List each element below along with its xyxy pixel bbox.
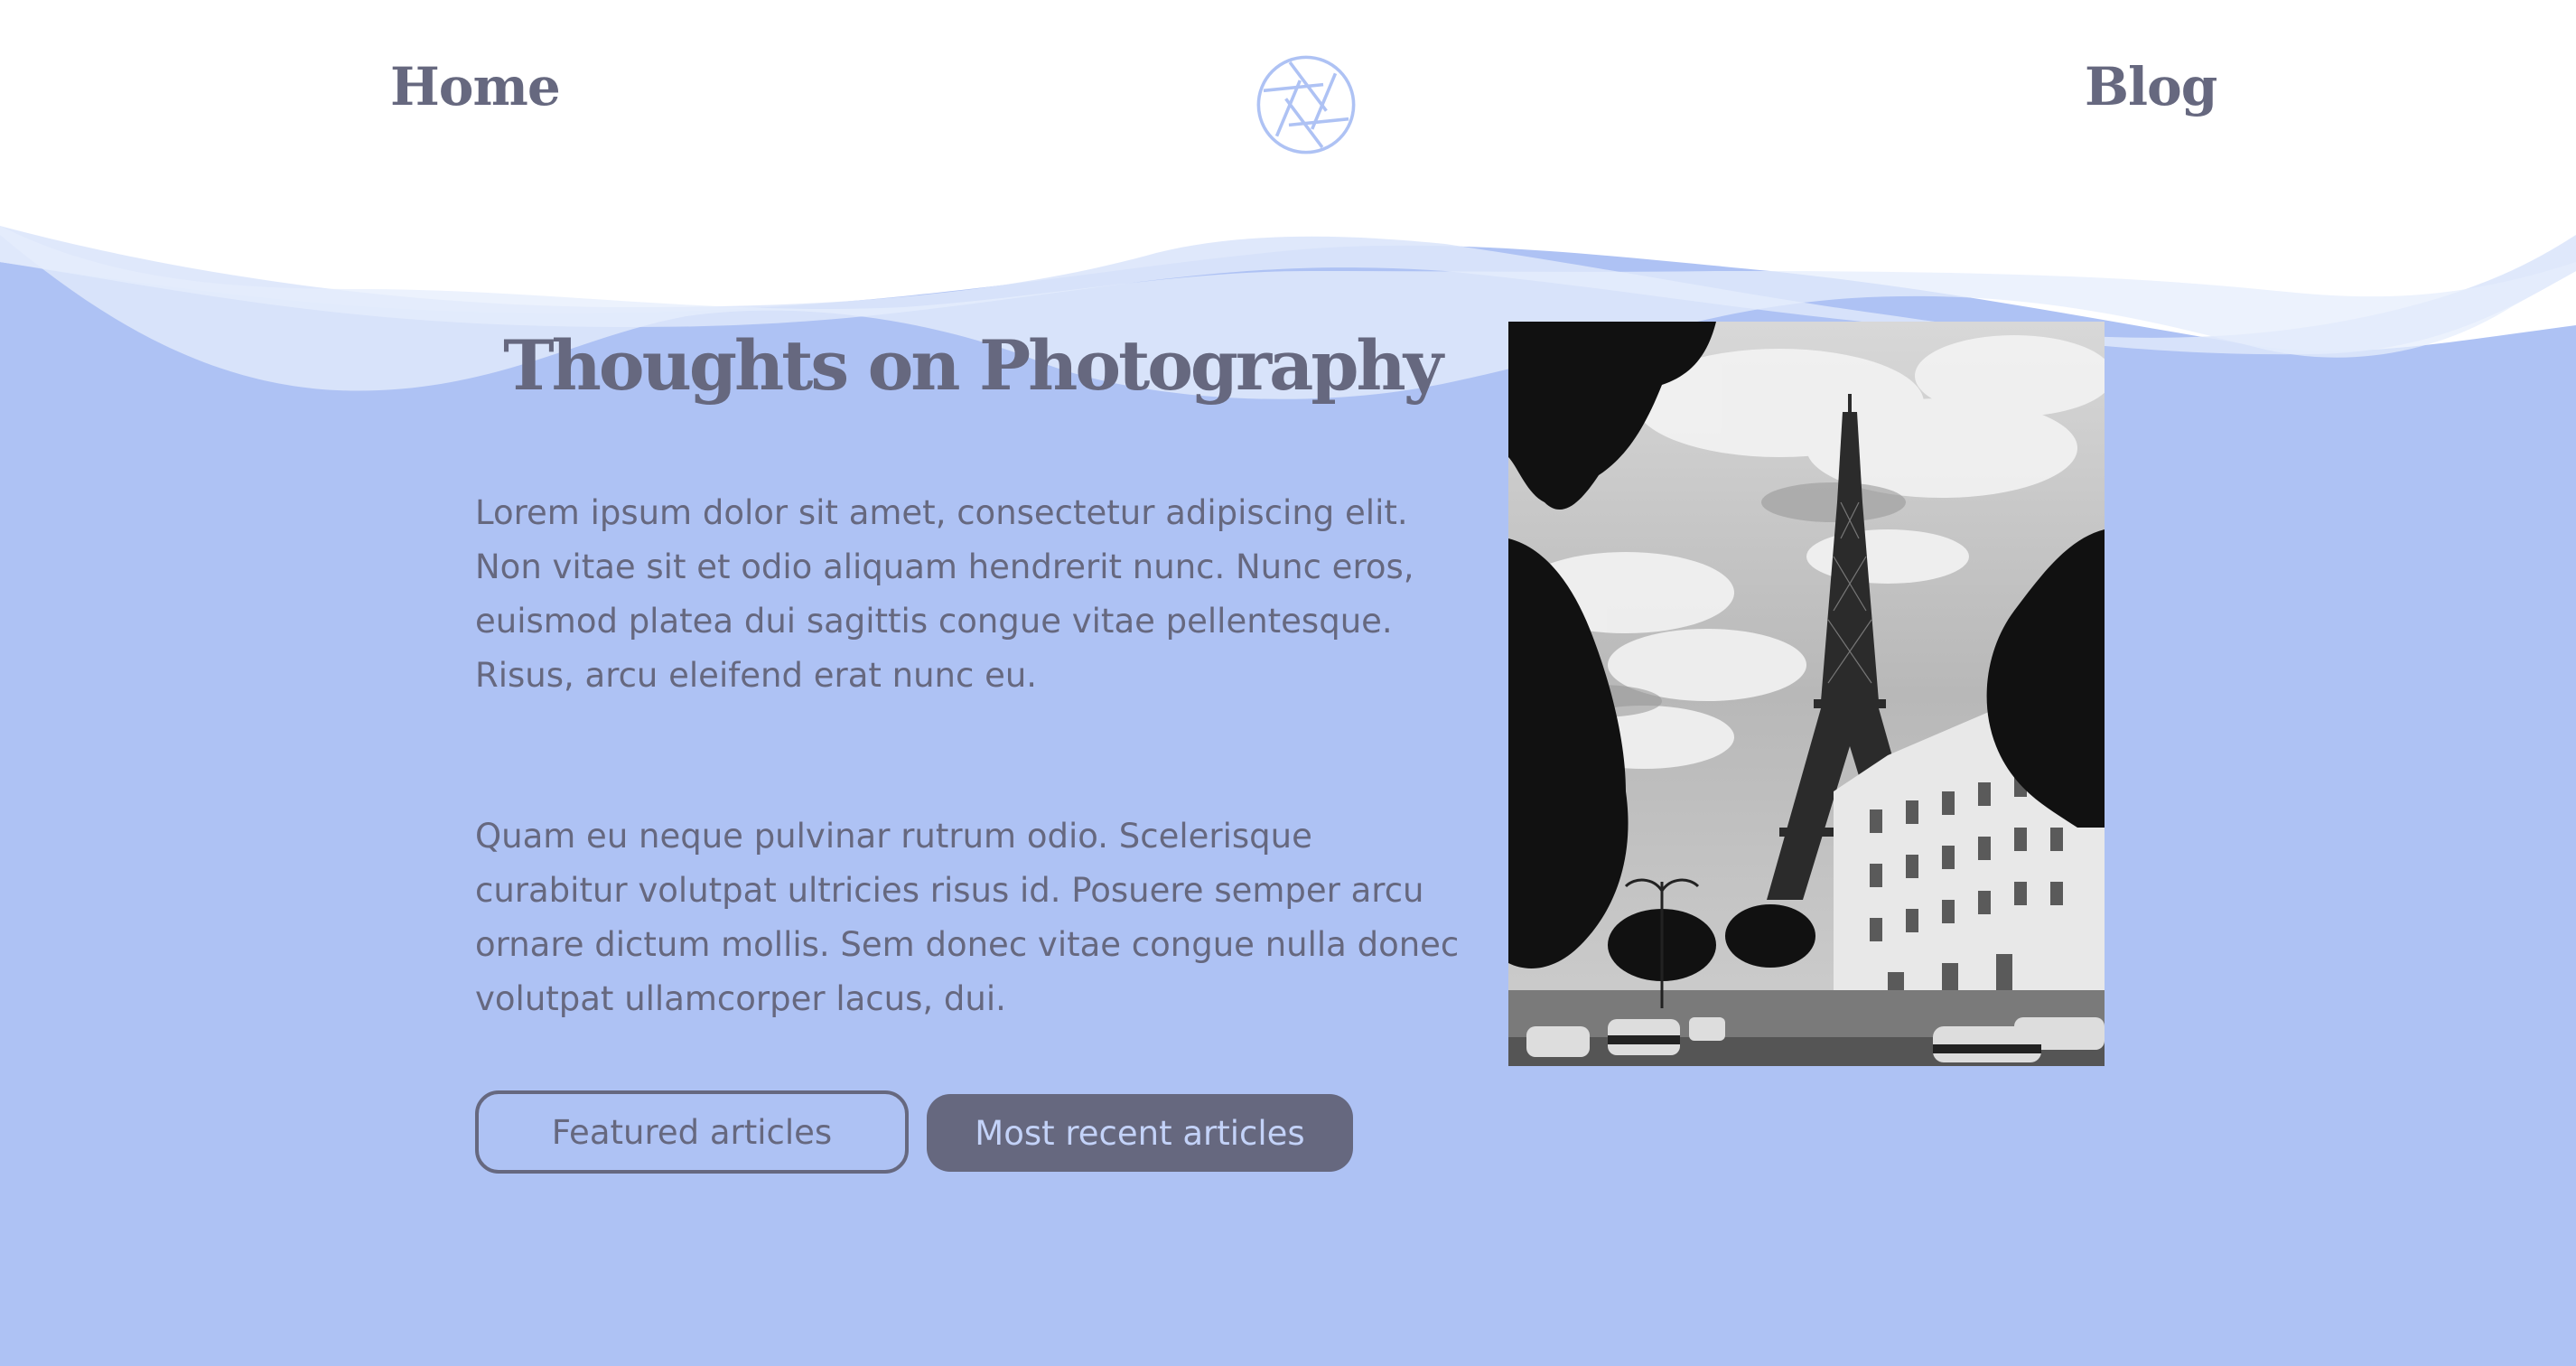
- camera-aperture-icon[interactable]: [1255, 54, 1357, 155]
- eiffel-tower-photo: [1508, 322, 2105, 1066]
- nav-home-link[interactable]: Home: [390, 56, 561, 117]
- most-recent-articles-button[interactable]: Most recent articles: [927, 1094, 1353, 1172]
- featured-articles-button[interactable]: Featured articles: [475, 1090, 909, 1174]
- intro-paragraph-2: Quam eu neque pulvinar rutrum odio. Scel…: [475, 817, 1460, 1018]
- page-title: Thoughts on Photography: [503, 325, 1443, 406]
- intro-paragraph-1: Lorem ipsum dolor sit amet, consectetur …: [475, 493, 1414, 695]
- page: Home Blog Thoughts on Photography Lorem …: [0, 0, 2576, 1366]
- nav-blog-link[interactable]: Blog: [2085, 56, 2217, 117]
